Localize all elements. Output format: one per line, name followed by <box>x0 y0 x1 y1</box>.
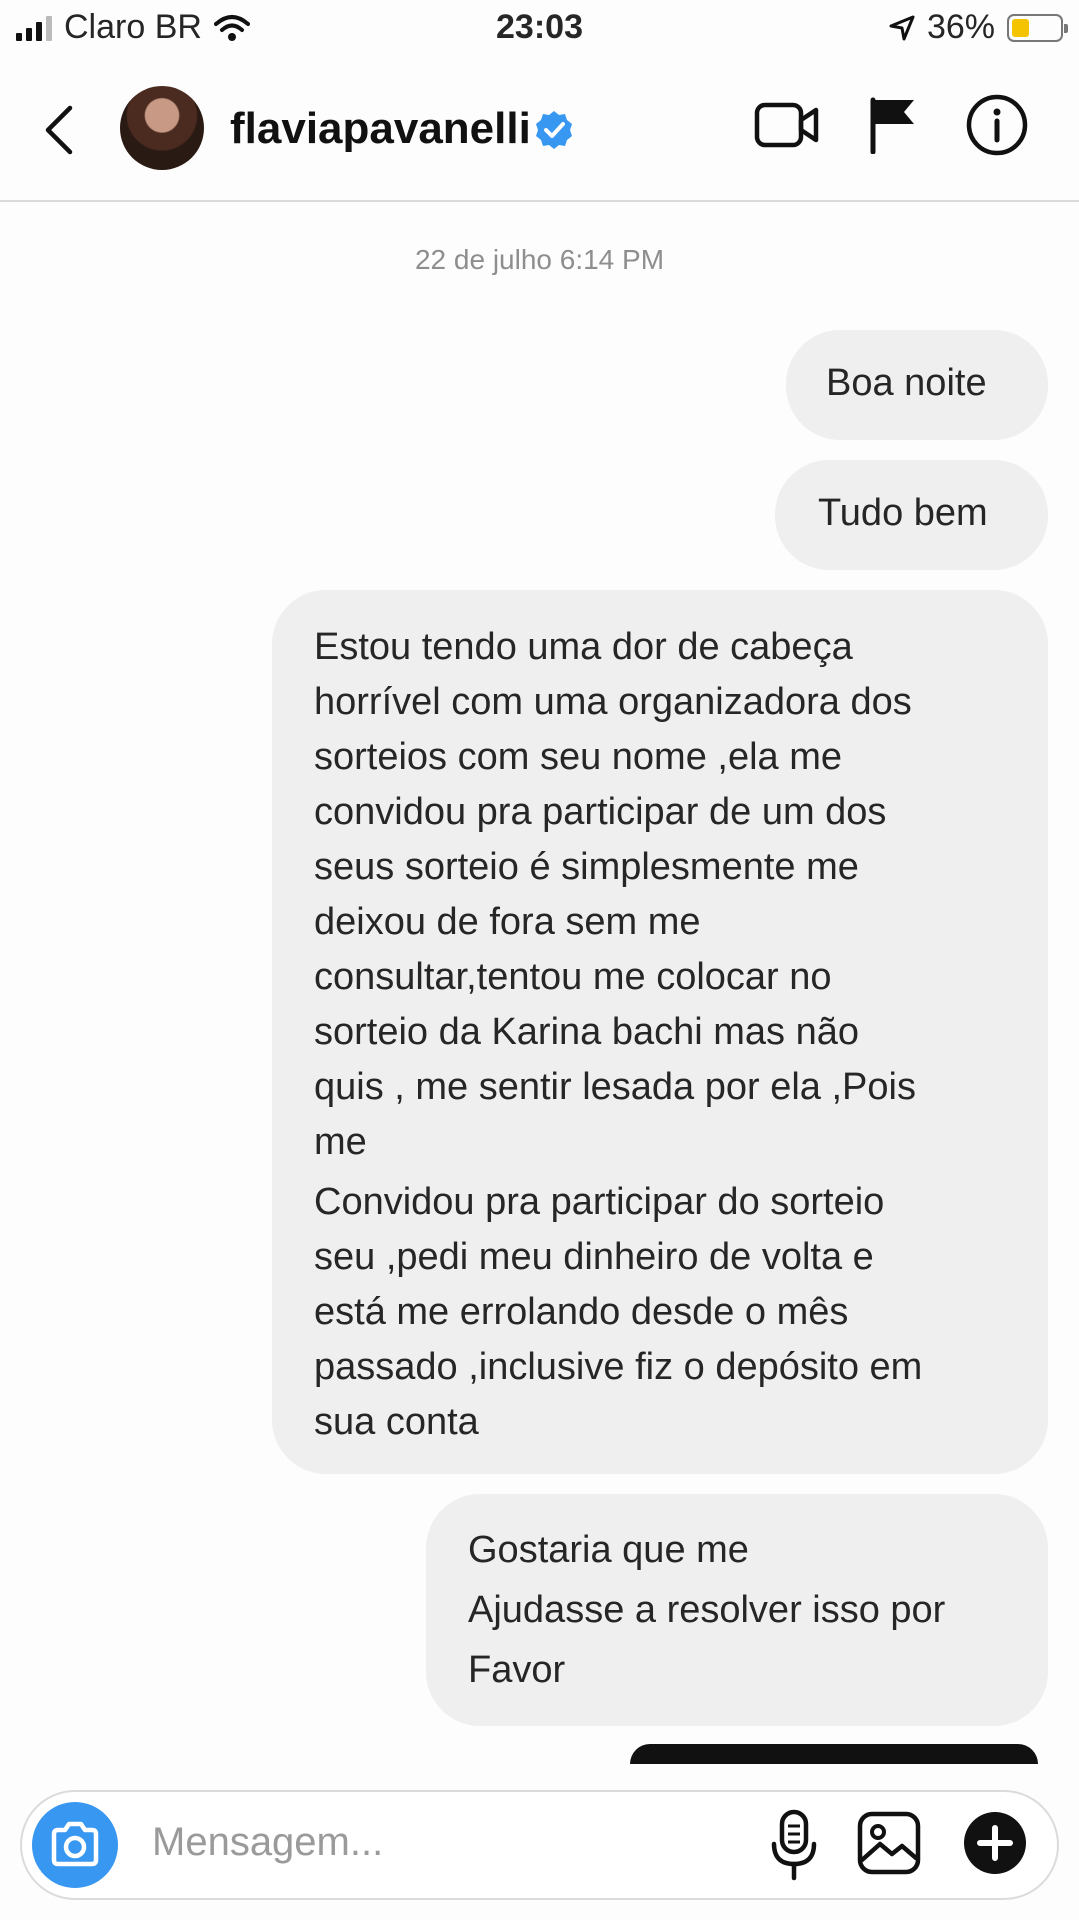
message-line: Favor <box>468 1649 566 1691</box>
video-call-icon[interactable] <box>754 98 820 152</box>
message-line: está me errolando desde o mês <box>314 1291 849 1333</box>
message-line: horrível com uma organizadora dos <box>314 681 912 723</box>
microphone-icon[interactable] <box>766 1808 822 1884</box>
message-line: passado ,inclusive fiz o depósito em <box>314 1346 923 1388</box>
message-line: sorteio da Karina bachi mas não <box>314 1011 859 1053</box>
camera-icon <box>51 1821 99 1867</box>
date-separator: 22 de julho 6:14 PM <box>414 244 665 275</box>
message-line: Convidou pra participar do sorteio <box>314 1181 885 1223</box>
message-bubble-partial[interactable] <box>630 1744 1038 1764</box>
message-line: deixou de fora sem me <box>314 901 701 943</box>
message-input[interactable] <box>152 1820 652 1865</box>
message-line: seus sorteio é simplesmente me <box>314 846 859 888</box>
message-bubble[interactable]: Boa noite <box>786 330 1048 440</box>
message-line: convidou pra participar de um dos <box>314 791 887 833</box>
verified-badge-icon <box>536 111 572 149</box>
message-text: Boa noite <box>826 362 987 404</box>
message-line: consultar,tentou me colocar no <box>314 956 832 998</box>
message-composer <box>20 1790 1059 1900</box>
location-arrow-icon <box>889 15 915 40</box>
message-line: Gostaria que me <box>468 1529 749 1571</box>
add-icon[interactable] <box>962 1810 1028 1876</box>
chat-header: flaviapavanelli <box>0 60 1079 202</box>
battery-percent: 36% <box>926 8 995 46</box>
message-line: seu ,pedi meu dinheiro de volta e <box>314 1236 874 1278</box>
message-line: quis , me sentir lesada por ela ,Pois <box>314 1066 916 1108</box>
info-icon[interactable] <box>966 94 1028 156</box>
message-text: Tudo bem <box>818 492 988 534</box>
flag-icon[interactable] <box>868 96 918 154</box>
status-bar: Claro BR 23:03 36% <box>0 0 1079 60</box>
back-chevron-icon[interactable] <box>36 100 86 160</box>
message-line: me <box>314 1121 367 1163</box>
message-line: Ajudasse a resolver isso por <box>468 1589 946 1631</box>
message-line: sua conta <box>314 1401 479 1443</box>
battery-icon <box>1007 13 1068 42</box>
message-bubble[interactable]: Gostaria que me Ajudasse a resolver isso… <box>426 1494 1048 1726</box>
message-line: sorteios com seu nome ,ela me <box>314 736 843 778</box>
camera-button[interactable] <box>32 1802 118 1888</box>
chat-username[interactable]: flaviapavanelli <box>230 104 531 154</box>
avatar[interactable] <box>120 86 204 170</box>
message-bubble[interactable]: Estou tendo uma dor de cabeça horrível c… <box>272 590 1048 1474</box>
message-bubble[interactable]: Tudo bem <box>775 460 1048 570</box>
message-line: Estou tendo uma dor de cabeça <box>314 626 853 668</box>
gallery-icon[interactable] <box>856 1810 922 1876</box>
status-right: 36% <box>889 8 1068 47</box>
